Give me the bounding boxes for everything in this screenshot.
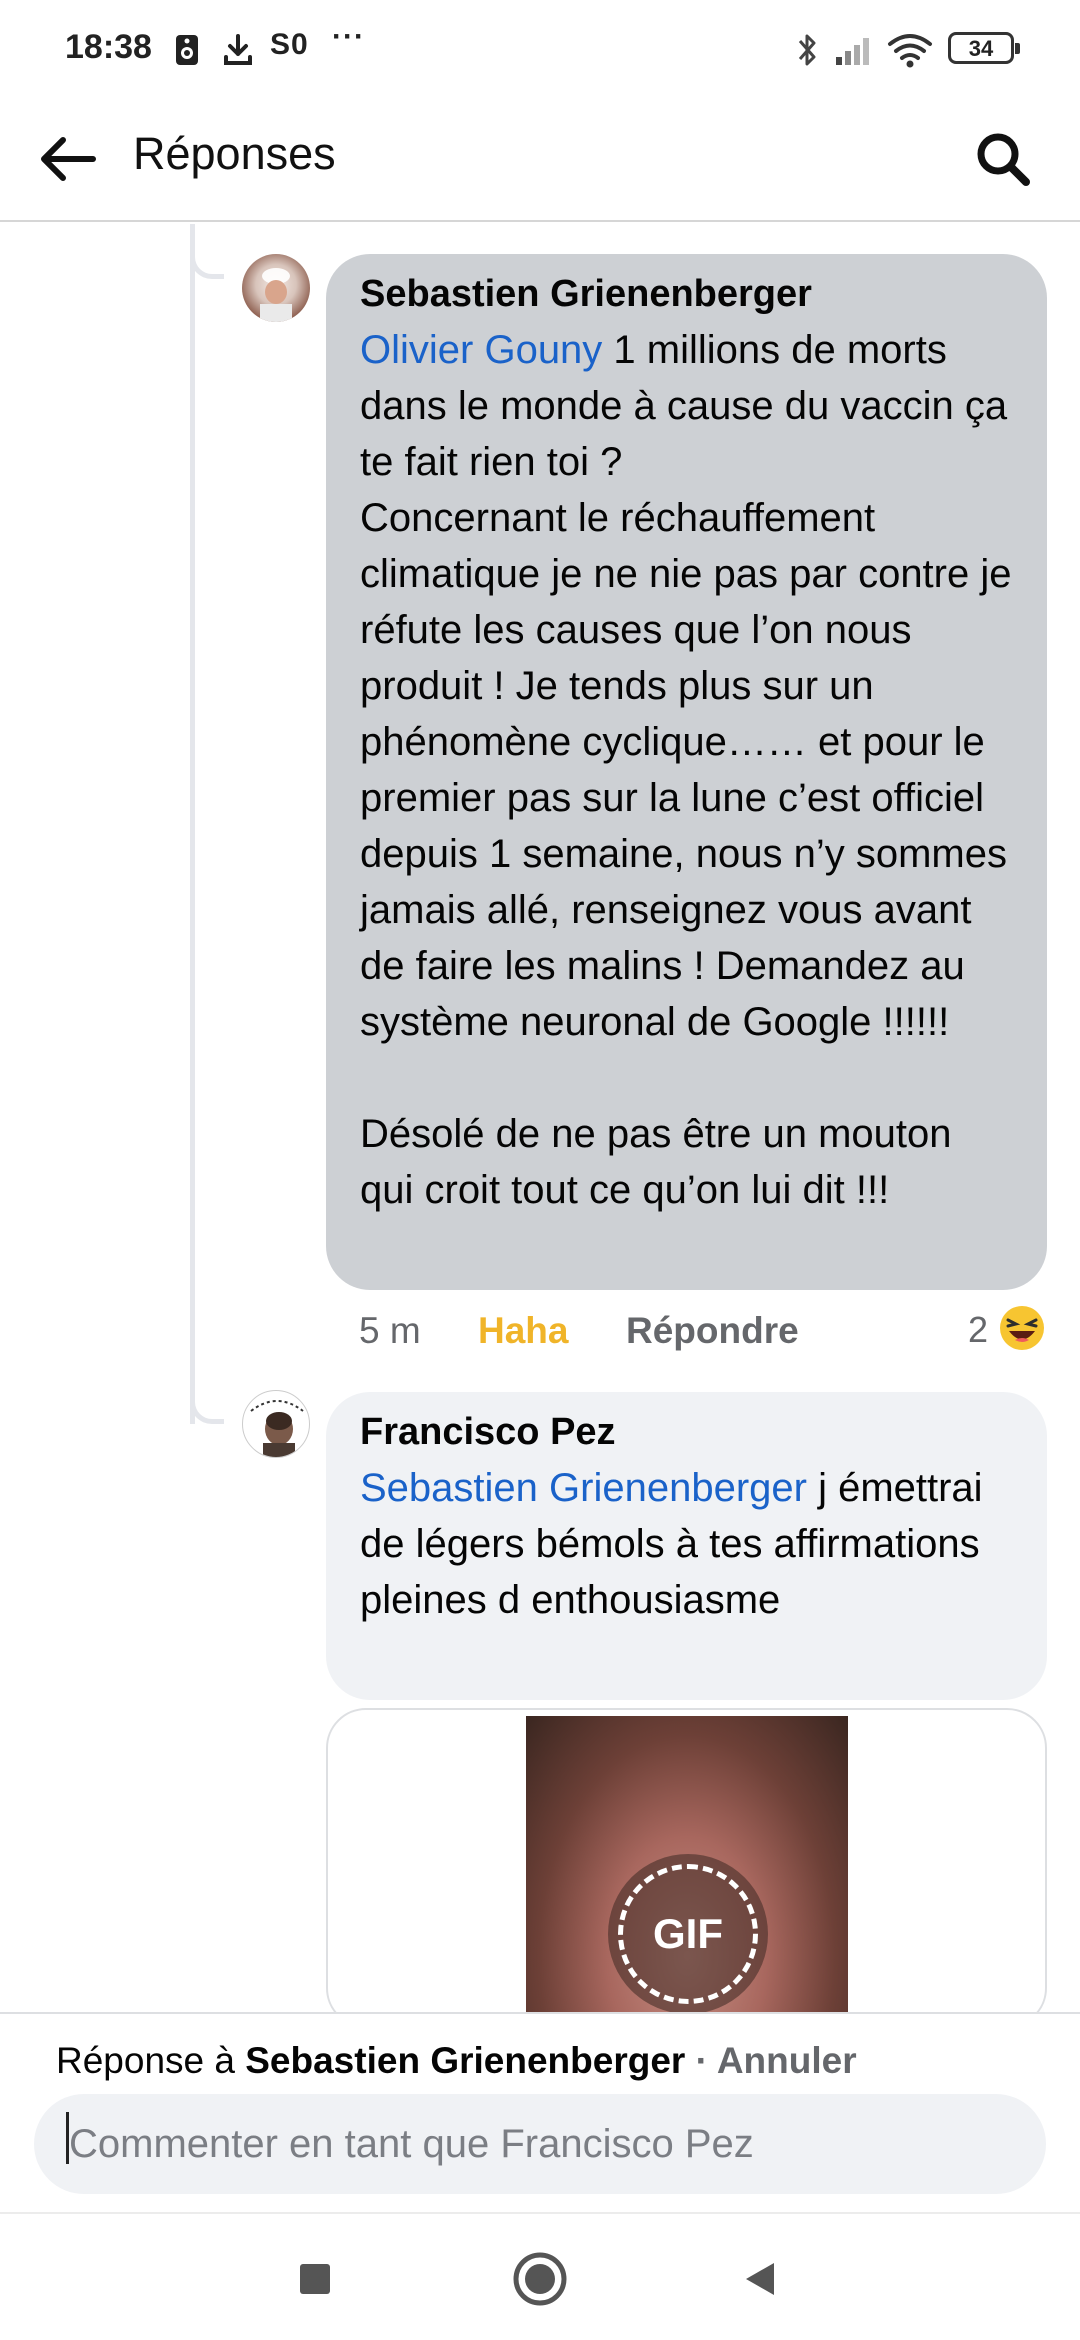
so-indicator: S0 <box>270 28 309 61</box>
page-title: Réponses <box>133 128 336 179</box>
search-icon <box>977 133 1030 186</box>
gif-label: GIF <box>653 1910 723 1957</box>
download-icon <box>222 30 254 70</box>
reply-prefix: Réponse à <box>56 2040 246 2081</box>
avatar[interactable] <box>242 254 310 322</box>
wifi-icon <box>886 30 934 70</box>
search-button[interactable] <box>966 122 1040 196</box>
gif-thumbnail[interactable]: GIF <box>526 1716 848 2012</box>
comment-text: Olivier Gouny 1 millions de morts dans l… <box>360 322 1013 1218</box>
laughing-emoji-icon[interactable] <box>998 1304 1046 1357</box>
gif-attachment[interactable]: GIF <box>326 1708 1047 2012</box>
app-header: Réponses <box>0 100 1080 222</box>
reply-button[interactable]: Répondre <box>626 1310 799 1352</box>
recent-apps-icon <box>300 2264 330 2294</box>
comment-time: 5 m <box>359 1310 421 1351</box>
thread-line <box>190 224 195 1424</box>
system-nav-bar <box>0 2212 1080 2340</box>
home-icon <box>513 2252 567 2306</box>
back-nav-button[interactable] <box>725 2244 795 2314</box>
mention-link[interactable]: Sebastien Grienenberger <box>360 1466 807 1510</box>
cancel-reply-button[interactable]: Annuler <box>717 2040 857 2081</box>
thread-branch <box>190 1384 224 1424</box>
comment-author[interactable]: Sebastien Grienenberger <box>360 272 1013 316</box>
comment-body: 1 millions de morts dans le monde à caus… <box>360 328 1012 1212</box>
mention-link[interactable]: Olivier Gouny <box>360 328 602 372</box>
more-indicator: ··· <box>332 20 365 53</box>
status-bar: 18:38 S0 ··· 34 <box>0 0 1080 100</box>
comment-input[interactable] <box>34 2094 1046 2194</box>
back-button[interactable] <box>30 122 104 196</box>
home-button[interactable] <box>505 2244 575 2314</box>
bluetooth-icon <box>796 30 820 70</box>
gif-play-badge[interactable]: GIF <box>608 1854 768 2012</box>
battery-icon: 34 <box>948 32 1020 64</box>
comment-author[interactable]: Francisco Pez <box>360 1410 1013 1454</box>
reaction-count[interactable]: 2 <box>968 1309 988 1351</box>
avatar[interactable] <box>242 1390 310 1458</box>
comment-thread[interactable]: Sebastien Grienenberger Olivier Gouny 1 … <box>0 224 1080 2012</box>
reply-target: Sebastien Grienenberger <box>245 2040 686 2081</box>
speaker-icon <box>174 30 200 70</box>
signal-icon <box>834 30 876 70</box>
comment-bubble[interactable]: Francisco Pez Sebastien Grienenberger j … <box>326 1392 1047 1700</box>
recent-apps-button[interactable] <box>280 2244 350 2314</box>
reply-bar: Réponse à Sebastien Grienenberger · Annu… <box>0 2012 1080 2212</box>
back-triangle-icon <box>746 2263 774 2295</box>
comment-bubble[interactable]: Sebastien Grienenberger Olivier Gouny 1 … <box>326 254 1047 1290</box>
thread-branch <box>190 224 224 279</box>
text-caret <box>66 2112 69 2164</box>
comment-text: Sebastien Grienenberger j émettrai de lé… <box>360 1460 1013 1628</box>
reply-separator: · <box>685 2040 717 2081</box>
reply-context: Réponse à Sebastien Grienenberger · Annu… <box>56 2040 857 2082</box>
status-time: 18:38 <box>65 28 152 66</box>
reaction-button[interactable]: Haha <box>478 1310 568 1352</box>
arrow-left-icon <box>41 137 96 181</box>
